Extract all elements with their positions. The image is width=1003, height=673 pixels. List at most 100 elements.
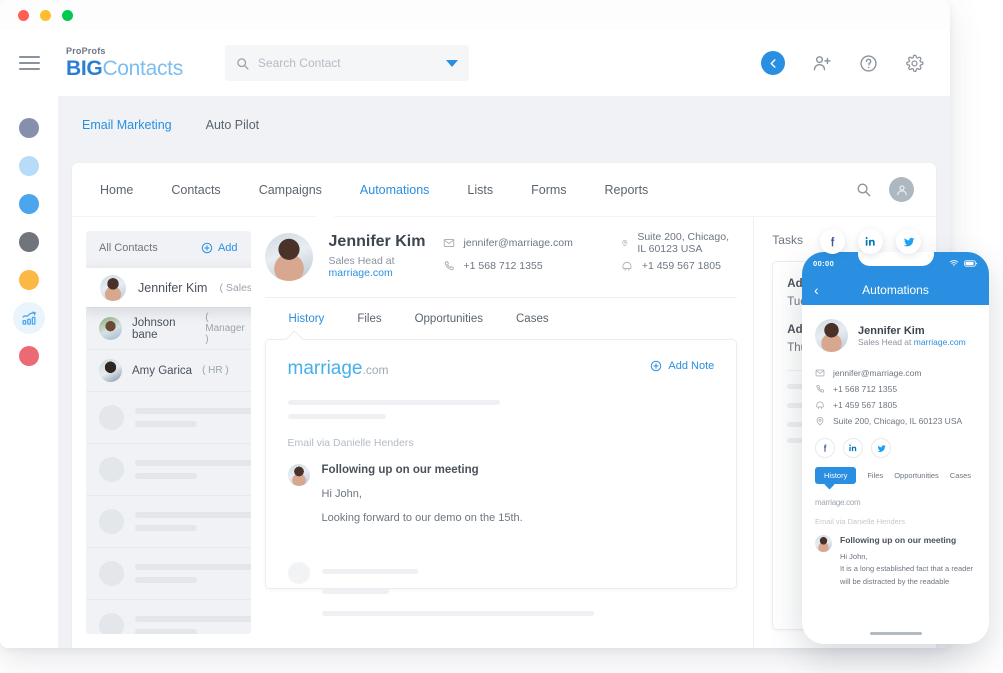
chevron-down-icon[interactable] [445,59,458,67]
selected-contact-role: ( Sales Head ) [219,281,251,294]
mail-icon [815,369,825,377]
company-link[interactable]: marriage.com [329,267,393,279]
user-avatar[interactable] [889,177,914,202]
email-body-line-2: will be distracted by the readable [840,576,950,586]
phone-status-time: 00:00 [813,258,835,268]
phone-back-button[interactable]: ‹ [814,282,819,298]
contact-phone: +1 568 712 1355 [463,259,543,272]
app-logo[interactable]: ProProfs BIGContacts [58,47,183,80]
logo-big-text: BIG [66,57,103,80]
rail-dot-1[interactable] [19,118,39,138]
subnav-item-auto-pilot[interactable]: Auto Pilot [206,118,260,132]
phone-email-message: Following up on our meeting Hi John, It … [815,535,976,588]
tab-contacts[interactable]: Contacts [171,183,220,197]
facebook-icon[interactable] [815,438,835,458]
phone-tab-opportunities[interactable]: Opportunities [894,471,939,480]
header-actions [761,51,950,75]
search-icon[interactable] [856,182,871,197]
tab-home[interactable]: Home [100,183,133,197]
tab-lists[interactable]: Lists [467,183,493,197]
list-item[interactable] [86,495,251,547]
tab-forms[interactable]: Forms [531,183,566,197]
rail-item-analytics[interactable] [13,302,45,334]
email-greeting: Hi John, [321,488,362,500]
tab-campaigns[interactable]: Campaigns [259,183,322,197]
contact-phone: +1 568 712 1355 [833,384,898,394]
text-placeholder [135,616,251,634]
phone-tab-history[interactable]: History [815,467,857,484]
window-close-dot[interactable] [18,9,29,21]
search-contact-box[interactable] [224,45,469,81]
facebook-icon[interactable] [820,229,845,254]
rail-dot-5[interactable] [19,270,39,290]
phone-detail-tabs: History Files Opportunities Cases [815,467,976,484]
selected-contact-card[interactable]: Jennifer Kim ( Sales Head ) [86,268,251,307]
phone-icon [816,385,824,393]
twitter-icon[interactable] [896,229,921,254]
search-icon [237,57,249,70]
twitter-icon[interactable] [871,438,891,458]
add-contact-button[interactable]: Add [201,242,238,254]
chart-icon [21,310,36,325]
email-subject: Following up on our meeting [321,464,479,476]
company-link[interactable]: marriage.com [914,337,966,347]
rail-dot-6[interactable] [19,346,39,366]
contact-email: jennifer@marriage.com [463,236,573,249]
contact-photo [815,319,848,352]
detail-tab-cases[interactable]: Cases [516,313,549,325]
contact-title: Sales Head at marriage.com [858,336,966,347]
logo-contacts-text: Contacts [102,57,183,80]
rail-dot-4[interactable] [19,232,39,252]
contacts-row-amy[interactable]: Amy Garica ( HR ) [86,349,251,391]
phone-status-icons [949,258,978,268]
detail-tab-opportunities[interactable]: Opportunities [415,313,483,325]
add-note-button[interactable]: Add Note [650,360,714,372]
phone-content: Jennifer Kim Sales Head at marriage.com … [802,305,989,588]
linkedin-icon[interactable] [843,438,863,458]
linkedin-icon[interactable] [858,229,883,254]
text-placeholder [287,400,500,405]
avatar-placeholder [99,457,124,482]
avatar [287,464,310,486]
mail-icon [443,238,454,247]
list-item[interactable] [86,547,251,599]
subnav-item-email-marketing[interactable]: Email Marketing [82,118,172,132]
window-minimize-dot[interactable] [40,9,51,21]
phone-email-body: Following up on our meeting Hi John, It … [840,535,973,588]
tab-reports[interactable]: Reports [605,183,649,197]
email-via-label: Email via Danielle Henders [287,437,414,449]
contact-photo [264,233,313,281]
help-icon[interactable] [859,54,878,73]
contacts-list-column: All Contacts Add Johnson bane ( Manager … [86,231,251,634]
list-item[interactable] [86,391,251,443]
phone-nav-title: Automations [862,282,929,297]
rail-dot-3[interactable] [19,194,39,214]
tab-automations[interactable]: Automations [360,183,429,197]
phone-social-links [815,438,976,458]
collapse-back-button[interactable] [761,51,785,75]
avatar-placeholder [287,562,310,584]
left-rail [0,96,58,648]
list-item[interactable] [86,599,251,634]
add-user-icon[interactable] [812,53,832,73]
contact-name: Johnson bane [132,316,176,341]
settings-icon[interactable] [905,54,924,73]
rail-dot-2[interactable] [19,156,39,176]
menu-toggle-icon[interactable] [0,56,58,70]
wifi-icon [949,260,959,267]
avatar-placeholder [99,509,124,534]
detail-tab-files[interactable]: Files [357,313,381,325]
phone-tab-cases[interactable]: Cases [950,471,971,480]
battery-icon [964,259,978,267]
search-input[interactable] [257,56,437,70]
contact-address-row: Suite 200, Chicago, IL 60123 USA [815,413,976,429]
fax-icon [622,261,632,271]
window-maximize-dot[interactable] [62,9,73,21]
contact-phone-row: +1 568 712 1355 [443,256,573,275]
contact-title: Sales Head at marriage.com [329,255,427,279]
email-body-line-1: It is a long established fact that a rea… [840,564,973,574]
list-item[interactable] [86,443,251,495]
contacts-row-johnson[interactable]: Johnson bane ( Manager ) [86,307,251,349]
phone-tab-files[interactable]: Files [867,471,883,480]
detail-tab-history[interactable]: History [289,313,325,325]
